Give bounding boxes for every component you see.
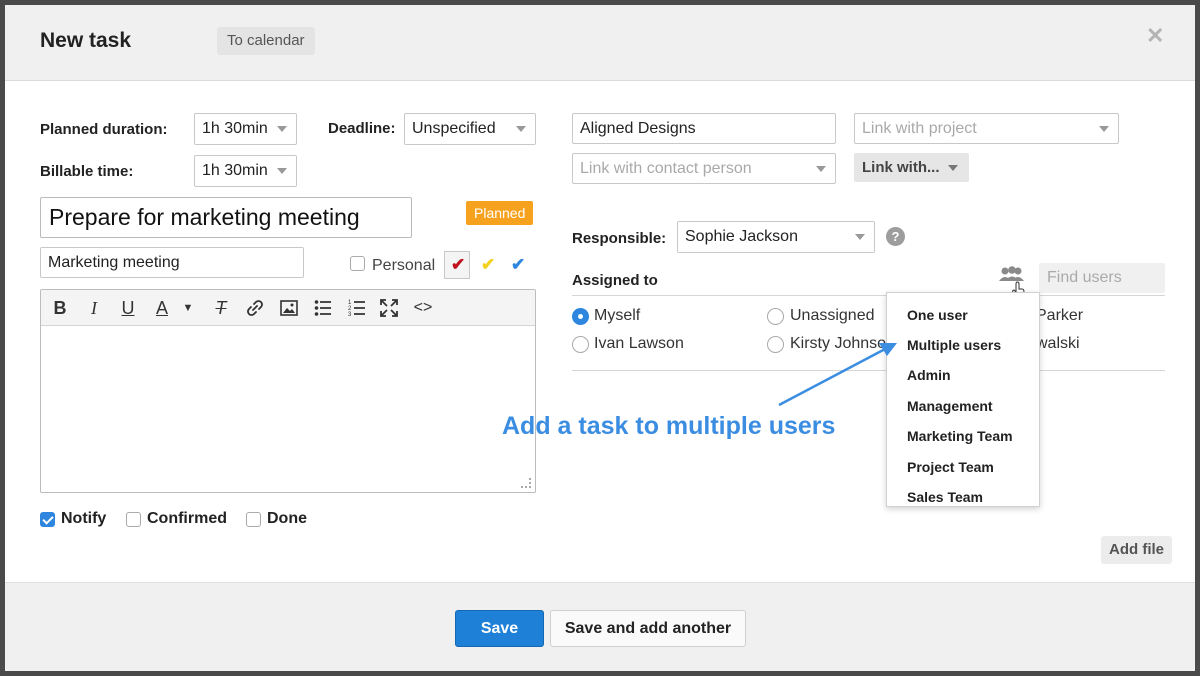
responsible-select[interactable]: Sophie Jackson (677, 221, 875, 253)
deadline-label: Deadline: (328, 120, 396, 137)
close-icon[interactable]: ✕ (1146, 23, 1164, 49)
annotation-text: Add a task to multiple users (502, 412, 836, 440)
billable-time-label: Billable time: (40, 163, 134, 180)
responsible-label: Responsible: (572, 230, 667, 247)
modal-header: New task To calendar ✕ (5, 5, 1195, 81)
dropdown-item[interactable]: Project Team (907, 459, 994, 475)
editor-toolbar: B I U A ▼ T 123 <> (41, 290, 535, 326)
personal-checkbox[interactable] (350, 256, 365, 271)
assignee-label: Parker (1036, 307, 1084, 324)
assignee-label: walski (1036, 335, 1080, 352)
notify-checkbox[interactable] (40, 512, 55, 527)
bold-icon[interactable]: B (49, 296, 71, 320)
dropdown-item[interactable]: Management (907, 398, 993, 414)
project-select[interactable]: Link with project (854, 113, 1119, 144)
status-badge: Planned (466, 201, 534, 225)
dropdown-item[interactable]: Marketing Team (907, 428, 1013, 444)
text-color-icon[interactable]: A (151, 296, 173, 320)
bullet-list-icon[interactable] (311, 296, 335, 320)
done-label: Done (267, 510, 307, 527)
done-checkbox[interactable] (246, 512, 261, 527)
chevron-down-icon (855, 234, 865, 240)
add-file-button[interactable]: Add file (1101, 536, 1172, 564)
italic-icon[interactable]: I (83, 296, 105, 320)
assignee-label: Unassigned (790, 307, 875, 324)
chevron-down-icon[interactable]: ▼ (181, 296, 195, 320)
image-icon[interactable] (277, 296, 301, 320)
dropdown-item[interactable]: Multiple users (907, 337, 1001, 353)
save-and-add-another-button[interactable]: Save and add another (550, 610, 746, 647)
link-with-button[interactable]: Link with... (854, 153, 969, 182)
chevron-down-icon (277, 168, 287, 174)
dropdown-item[interactable]: Sales Team (907, 489, 983, 505)
code-icon[interactable]: <> (411, 296, 435, 320)
assignee-radio-myself[interactable] (572, 308, 589, 325)
modal-title: New task (40, 29, 132, 52)
notify-label: Notify (61, 510, 107, 527)
new-task-modal: New task To calendar ✕ Planned duration:… (5, 5, 1195, 671)
description-editor[interactable]: B I U A ▼ T 123 <> (40, 289, 536, 493)
find-users-input[interactable]: Find users (1039, 263, 1165, 293)
contact-select[interactable]: Link with contact person (572, 153, 836, 184)
to-calendar-button[interactable]: To calendar (217, 27, 315, 55)
chevron-down-icon (816, 166, 826, 172)
deadline-select[interactable]: Unspecified (404, 113, 536, 145)
subtitle-input[interactable]: Marketing meeting (40, 247, 304, 278)
confirmed-label: Confirmed (147, 510, 227, 527)
link-icon[interactable] (243, 296, 267, 320)
clear-format-icon[interactable]: T (209, 296, 233, 320)
dropdown-item[interactable]: Admin (907, 367, 951, 383)
annotation-arrow (778, 343, 897, 407)
fullscreen-icon[interactable] (377, 296, 401, 320)
chevron-down-icon (1099, 126, 1109, 132)
chevron-down-icon (277, 126, 287, 132)
blue-check-icon[interactable]: ✔ (511, 255, 525, 275)
assignee-radio-unassigned[interactable] (767, 308, 784, 325)
planned-duration-select[interactable]: 1h 30min (194, 113, 297, 145)
resize-handle[interactable] (521, 478, 531, 488)
personal-label: Personal (372, 257, 436, 274)
task-title-input[interactable]: Prepare for marketing meeting (40, 197, 412, 238)
modal-footer: Save Save and add another (5, 582, 1195, 671)
chevron-down-icon (516, 126, 526, 132)
billable-time-select[interactable]: 1h 30min (194, 155, 297, 187)
chevron-down-icon (948, 165, 958, 171)
dropdown-item[interactable]: One user (907, 307, 968, 323)
help-icon[interactable]: ? (886, 227, 905, 246)
divider (572, 295, 1165, 296)
company-input[interactable]: Aligned Designs (572, 113, 836, 144)
yellow-check-icon[interactable]: ✔ (481, 255, 495, 275)
assignee-label: Ivan Lawson (594, 335, 684, 352)
red-check-icon: ✔ (451, 255, 466, 274)
user-group-dropdown: One user Multiple users Admin Management… (886, 292, 1040, 507)
svg-text:3: 3 (348, 312, 352, 317)
save-button[interactable]: Save (455, 610, 544, 647)
numbered-list-icon[interactable]: 123 (345, 296, 369, 320)
assignee-radio-ivan-lawson[interactable] (572, 336, 589, 353)
confirmed-checkbox[interactable] (126, 512, 141, 527)
planned-duration-label: Planned duration: (40, 121, 168, 138)
assigned-to-label: Assigned to (572, 272, 658, 289)
assignee-label: Myself (594, 307, 641, 324)
underline-icon[interactable]: U (117, 296, 139, 320)
